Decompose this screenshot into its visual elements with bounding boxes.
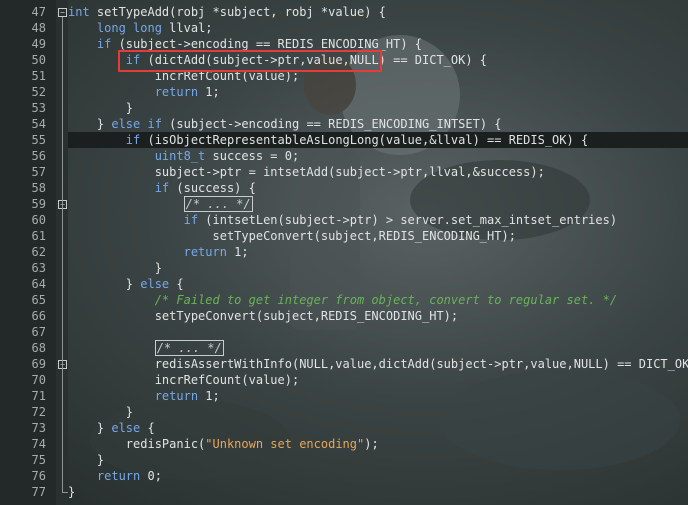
code-line[interactable]: 56 uint8_t success = 0; [0, 148, 688, 164]
code-line[interactable]: 47 int setTypeAdd(robj *subject, robj *va… [0, 4, 688, 20]
code-text: /* ... */ [68, 196, 253, 212]
line-number: 52 [31, 85, 46, 99]
code-text: long long llval; [96, 21, 213, 35]
line-number: 64 [31, 277, 46, 291]
code-text: return 1; [183, 245, 249, 259]
code-text: if (success) { [154, 181, 256, 195]
line-number: 47 [31, 5, 46, 19]
code-editor[interactable]: 47 int setTypeAdd(robj *subject, robj *va… [0, 0, 688, 505]
code-line[interactable]: 61 setTypeConvert(subject,REDIS_ENCODING… [0, 228, 688, 244]
code-text: setTypeConvert(subject,REDIS_ENCODING_HT… [68, 309, 459, 323]
line-number: 61 [31, 229, 46, 243]
code-text: if (intsetLen(subject->ptr) > server.set… [183, 213, 618, 227]
code-text: setTypeConvert(subject,REDIS_ENCODING_HT… [68, 229, 516, 243]
highlight-box [118, 50, 382, 72]
line-number: 77 [31, 485, 46, 499]
code-line[interactable]: 70 incrRefCount(value); [0, 372, 688, 388]
code-text: incrRefCount(value); [68, 373, 300, 387]
line-number: 57 [31, 165, 46, 179]
code-line[interactable]: 77} [0, 484, 688, 500]
line-number: 66 [31, 309, 46, 323]
line-number: 53 [31, 101, 46, 115]
code-line[interactable]: 69 redisAssertWithInfo(NULL,value,dictAd… [0, 356, 688, 372]
code-text: } [68, 101, 134, 115]
code-line[interactable]: 74 redisPanic("Unknown set encoding"); [0, 436, 688, 452]
code-line[interactable]: 63 } [0, 260, 688, 276]
code-text: } [68, 485, 76, 499]
code-line[interactable]: 62 return 1; [0, 244, 688, 260]
code-line[interactable]: 53 } [0, 100, 688, 116]
code-line[interactable]: 57 subject->ptr = intsetAdd(subject->ptr… [0, 164, 688, 180]
code-line[interactable]: 72 } [0, 404, 688, 420]
line-number: 48 [31, 21, 46, 35]
code-text: /* Failed to get integer from object, co… [68, 293, 618, 307]
code-line[interactable]: 64 } else { [0, 276, 688, 292]
code-text: /* ... */ [68, 340, 224, 356]
line-number: 68 [31, 341, 46, 355]
code-line[interactable]: 71 return 1; [0, 388, 688, 404]
code-line[interactable]: 54 } else if (subject->encoding == REDIS… [0, 116, 688, 132]
code-text: redisAssertWithInfo(NULL,value,dictAdd(s… [68, 357, 688, 371]
code-text: return 0; [96, 469, 162, 483]
line-number: 65 [31, 293, 46, 307]
code-line[interactable]: 55 if (isObjectRepresentableAsLongLong(v… [0, 132, 688, 148]
line-number: 67 [31, 325, 46, 339]
line-number: 63 [31, 261, 46, 275]
fold-placeholder[interactable]: /* ... */ [154, 340, 224, 356]
line-number: 51 [31, 69, 46, 83]
line-number: 71 [31, 389, 46, 403]
code-text: } else if (subject->encoding == REDIS_EN… [68, 117, 502, 131]
fold-end-tick [62, 492, 68, 493]
line-number: 50 [31, 53, 46, 67]
line-number: 72 [31, 405, 46, 419]
line-number: 55 [31, 133, 46, 147]
code-text: uint8_t success = 0; [154, 149, 300, 163]
line-number: 73 [31, 421, 46, 435]
line-number: 56 [31, 149, 46, 163]
code-line[interactable]: 52 return 1; [0, 84, 688, 100]
code-text: return 1; [154, 389, 220, 403]
code-text: } else { [68, 277, 184, 291]
code-text: } [68, 405, 134, 419]
code-line[interactable]: 58 if (success) { [0, 180, 688, 196]
code-line[interactable]: 60 if (intsetLen(subject->ptr) > server.… [0, 212, 688, 228]
code-text: redisPanic("Unknown set encoding"); [68, 437, 379, 451]
code-text: subject->ptr = intsetAdd(subject->ptr,ll… [68, 165, 545, 179]
line-number: 59 [31, 197, 46, 211]
code-text: } else { [68, 421, 155, 435]
code-line[interactable]: 68 /* ... */ [0, 340, 688, 356]
line-number: 76 [31, 469, 46, 483]
code-line[interactable]: 65 /* Failed to get integer from object,… [0, 292, 688, 308]
line-number: 60 [31, 213, 46, 227]
code-line[interactable]: 66 setTypeConvert(subject,REDIS_ENCODING… [0, 308, 688, 324]
code-text: return 1; [154, 85, 220, 99]
code-text: if (isObjectRepresentableAsLongLong(valu… [68, 132, 688, 148]
code-line[interactable]: 67 [0, 324, 688, 340]
code-line[interactable]: 48 long long llval; [0, 20, 688, 36]
line-number: 74 [31, 437, 46, 451]
line-number: 54 [31, 117, 46, 131]
line-number: 58 [31, 181, 46, 195]
line-number: 75 [31, 453, 46, 467]
code-text: } [68, 261, 162, 275]
fold-placeholder[interactable]: /* ... */ [183, 196, 253, 212]
line-number: 62 [31, 245, 46, 259]
fold-guide-line [62, 17, 63, 492]
code-line[interactable]: 59 /* ... */ [0, 196, 688, 212]
fold-collapse-icon[interactable]: − [58, 8, 67, 17]
code-text: int setTypeAdd(robj *subject, robj *valu… [68, 5, 386, 19]
code-line[interactable]: 73 } else { [0, 420, 688, 436]
line-number: 69 [31, 357, 46, 371]
code-line[interactable]: 76 return 0; [0, 468, 688, 484]
line-number: 70 [31, 373, 46, 387]
code-text: } [68, 453, 105, 467]
line-number: 49 [31, 37, 46, 51]
code-line[interactable]: 75 } [0, 452, 688, 468]
